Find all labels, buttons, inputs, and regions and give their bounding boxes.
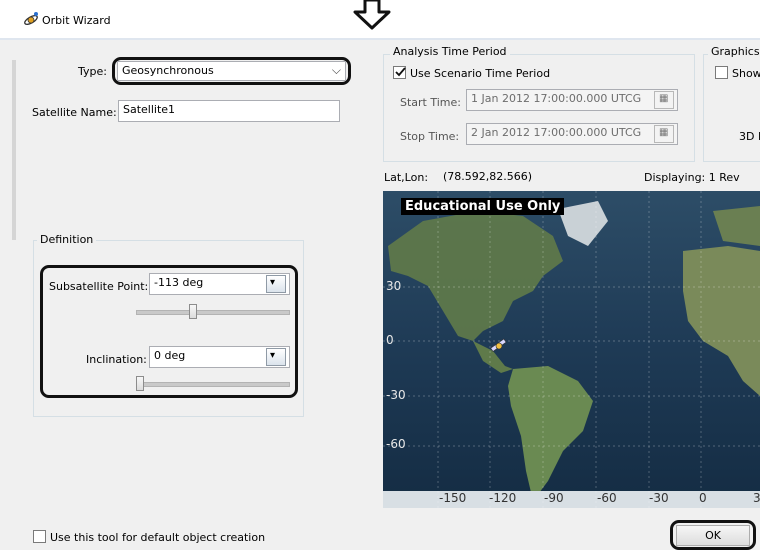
show-label: Show — [732, 67, 760, 80]
definition-group-label: Definition — [37, 233, 97, 246]
satellite-name-label: Satellite Name: — [32, 106, 117, 119]
inclination-value: 0 deg — [154, 349, 186, 362]
start-time-label: Start Time: — [400, 96, 461, 109]
displaying-label: Displaying: 1 Rev — [644, 171, 740, 184]
world-map[interactable]: Educational Use Only 30 0 -30 -60 -150 -… — [383, 191, 760, 508]
title-divider — [0, 38, 760, 40]
lat-label: -30 — [386, 388, 406, 402]
latlon-value: (78.592,82.566) — [443, 170, 533, 183]
lat-label: 30 — [386, 279, 402, 293]
lon-label: -150 — [439, 491, 467, 505]
lat-label: 0 — [386, 333, 394, 347]
lon-label: 0 — [699, 491, 707, 505]
subsatellite-value: -113 deg — [154, 276, 204, 289]
inclination-label: Inclination: — [86, 353, 147, 366]
ok-button[interactable]: OK — [676, 525, 750, 546]
spin-icon: ▾ — [270, 350, 276, 361]
watermark-label: Educational Use Only — [401, 198, 565, 215]
latlon-label: Lat,Lon: — [384, 171, 429, 184]
calendar-icon: ▦ — [659, 93, 669, 104]
lon-label: -120 — [489, 491, 517, 505]
lon-label: -90 — [544, 491, 564, 505]
subsatellite-slider-track[interactable] — [136, 310, 290, 315]
satellite-icon[interactable] — [490, 337, 508, 355]
default-creation-label: Use this tool for default object creatio… — [50, 531, 266, 544]
type-select[interactable]: Geosynchronous ⌵ — [117, 61, 346, 81]
lat-label: -60 — [386, 437, 406, 451]
use-scenario-label: Use Scenario Time Period — [410, 67, 551, 80]
lon-label: -60 — [597, 491, 617, 505]
spin-icon: ▾ — [270, 277, 276, 288]
subsatellite-slider-thumb[interactable] — [189, 304, 198, 319]
start-time-calendar-button[interactable]: ▦ — [654, 91, 674, 109]
satellite-name-input[interactable]: Satellite1 — [118, 100, 340, 122]
type-value: Geosynchronous — [122, 64, 214, 77]
use-scenario-checkbox[interactable] — [393, 66, 406, 79]
default-creation-checkbox[interactable] — [33, 530, 46, 543]
start-time-input[interactable]: 1 Jan 2012 17:00:00.000 UTCG — [466, 89, 678, 111]
left-scroll-strip — [12, 60, 16, 240]
graphics-group-label: Graphics — [708, 45, 760, 58]
three-d-label: 3D I — [739, 130, 760, 143]
analysis-group-label: Analysis Time Period — [390, 45, 510, 58]
lon-label: -30 — [649, 491, 669, 505]
stop-time-input[interactable]: 2 Jan 2012 17:00:00.000 UTCG — [466, 123, 678, 145]
type-label: Type: — [78, 65, 107, 78]
subsatellite-spin-button[interactable]: ▾ — [266, 275, 286, 293]
map-land-shapes — [383, 191, 760, 508]
orbit-wizard-icon — [24, 12, 38, 26]
stop-time-label: Stop Time: — [400, 130, 460, 143]
subsatellite-label: Subsatellite Point: — [49, 280, 149, 293]
show-checkbox[interactable] — [715, 66, 728, 79]
down-arrow-icon — [353, 0, 391, 30]
calendar-icon: ▦ — [659, 127, 669, 138]
inclination-slider-thumb[interactable] — [136, 376, 144, 391]
chevron-down-icon[interactable]: ⌵ — [332, 63, 341, 78]
inclination-slider-track[interactable] — [136, 382, 290, 387]
stop-time-calendar-button[interactable]: ▦ — [654, 125, 674, 143]
lon-label: 3 — [753, 491, 760, 505]
inclination-spin-button[interactable]: ▾ — [266, 348, 286, 366]
check-icon — [395, 67, 406, 77]
window-title: Orbit Wizard — [42, 14, 111, 27]
